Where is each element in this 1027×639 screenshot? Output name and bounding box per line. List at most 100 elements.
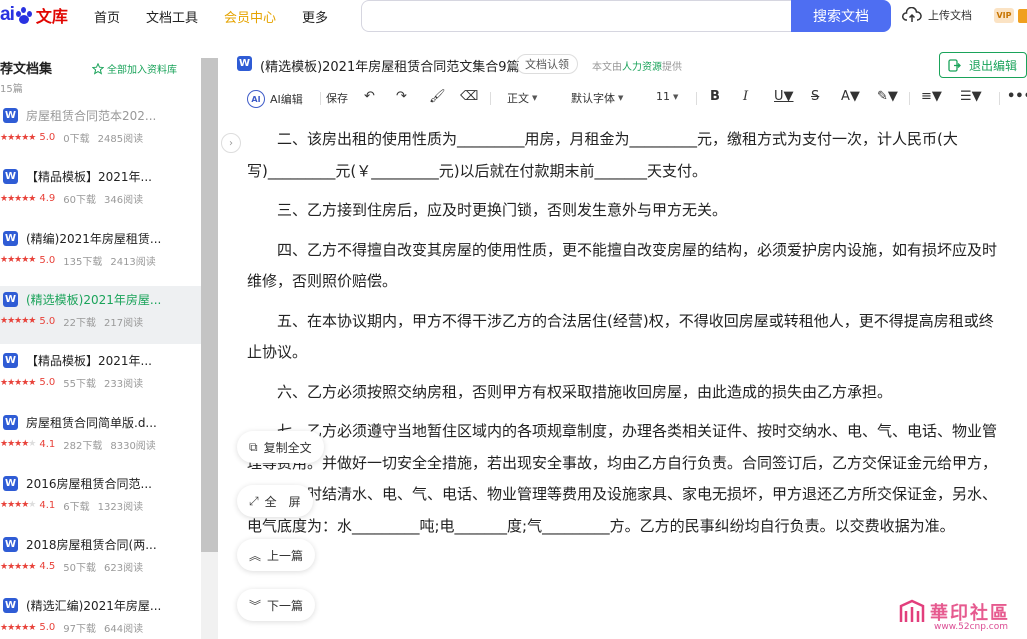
add-all-label: 全部加入资料库 [107,65,177,76]
align-icon[interactable]: ≡▼ [921,89,942,104]
double-chevron-up-icon: ︽ [249,548,262,563]
paw-icon [15,6,33,24]
doc-title: (精选模板)2021年房屋租赁合同范文集合9篇 [260,60,520,75]
nav-more[interactable]: 更多 [302,7,328,26]
edit-toolbar: AI AI编辑 保存 ↶ ↷ 🖌︎ ⌫ 正文 ▼ 默认字体 ▼ 11 ▼ B I U▼… [237,84,1027,110]
next-doc-button[interactable]: ︾ 下一篇 [237,589,316,621]
sidebar-doc-name: 房屋租赁合同范本202... [26,109,157,123]
add-all-to-library-button[interactable]: 全部加入资料库 [92,61,177,76]
site-watermark: 華印社區 www.52cnp.com [898,598,1010,632]
collapse-sidebar-button[interactable]: › [221,133,241,153]
nav-doc-tools[interactable]: 文档工具 [146,7,198,26]
sidebar-doc-item[interactable]: W 2018房屋租赁合同(两... ★★★★★ 4.5 50下载 623阅读 [0,531,201,589]
toolbar-divider [999,92,1000,105]
sidebar-doc-meta: ★★★★★ 4.9 60下载 346阅读 [0,191,151,206]
highlight-icon[interactable]: ✎▼ [877,89,898,104]
sidebar-doc-item[interactable]: W (精选模板)2021年房屋... ★★★★★ 5.0 22下载 217阅读 [0,285,201,344]
doc-paragraph[interactable]: 三、乙方接到住房后，应及时更换门锁，否则发生意外与甲方无关。 [247,195,1007,227]
rating-stars-icon: ★★★★★ [0,561,36,572]
sidebar-doc-score: 5.0 [39,315,56,327]
redo-icon[interactable]: ↷ [396,89,407,104]
save-button[interactable]: 保存 [326,90,348,106]
upload-doc-button[interactable]: 上传文档 [902,7,972,23]
paragraph-style-value: 正文 [507,92,529,105]
font-color-icon[interactable]: A▼ [841,89,860,104]
sidebar-doc-item[interactable]: W 【精品模板】2021年... ★★★★★ 4.9 60下载 346阅读 [0,163,201,221]
word-doc-icon: W [3,475,18,491]
previous-doc-button[interactable]: ︽ 上一篇 [237,539,316,571]
sidebar-doc-meta: ★★★★★ 5.0 22下载 217阅读 [0,314,151,329]
word-doc-icon: W [237,56,252,71]
sidebar-doc-reads: 2413阅读 [110,256,156,268]
top-navigation-bar: ai 文库 首页 文档工具 会员中心 更多 搜索文档 上传文档 VIP [0,0,1027,32]
sidebar-doc-meta: ★★★★★ 5.0 55下载 233阅读 [0,375,151,390]
strikethrough-icon[interactable]: S [811,89,819,104]
sidebar-doc-item[interactable]: W 房屋租赁合同范本202... ★★★★★ 5.0 0下载 2485阅读 [0,102,201,160]
sidebar-doc-downloads: 50下载 [63,563,96,575]
word-doc-icon: W [3,108,18,123]
ai-edit-button[interactable]: AI AI编辑 [247,90,303,108]
nav-home[interactable]: 首页 [94,7,120,26]
baidu-wenku-logo[interactable]: ai 文库 [0,3,68,27]
underline-icon[interactable]: U▼ [774,89,794,104]
italic-icon[interactable]: I [743,89,748,104]
double-chevron-down-icon: ︾ [249,598,262,613]
bold-icon[interactable]: B [710,89,720,104]
sidebar-scrollbar-thumb[interactable] [201,58,218,552]
word-doc-icon: W [3,230,18,246]
sidebar-doc-downloads: 60下载 [63,195,96,207]
sidebar-doc-score: 4.1 [39,499,56,511]
search-button[interactable]: 搜索文档 [791,0,891,32]
vip-promo-icon[interactable] [1018,9,1027,23]
upload-label: 上传文档 [928,9,972,22]
watermark-url: www.52cnp.com [934,622,1009,632]
sidebar-doc-item[interactable]: W 【精品模板】2021年... ★★★★★ 5.0 55下载 233阅读 [0,347,201,405]
sidebar-doc-item[interactable]: W (精选汇编)2021年房屋... ★★★★★ 5.0 97下载 644阅读 [0,592,201,639]
paragraph-style-select[interactable]: 正文 ▼ [507,90,537,106]
claim-document-button[interactable]: 文档认领 [516,54,578,74]
nav-member-center[interactable]: 会员中心 [224,7,276,26]
toolbar-divider [696,92,697,105]
provider-link[interactable]: 人力资源 [622,62,662,73]
sidebar-title: 荐文档集 [0,62,53,77]
fullscreen-label: 全 屏 [264,494,301,509]
sidebar-doc-name: 【精品模板】2021年... [26,170,152,185]
sidebar-scrollbar-track[interactable] [201,552,218,639]
doc-provider: 本文由人力资源提供 [592,58,682,73]
font-size-select[interactable]: 11 ▼ [656,90,678,103]
undo-icon[interactable]: ↶ [364,89,375,104]
doc-paragraph[interactable]: 二、该房出租的使用性质为_________用房，月租金为_________元，缴… [247,124,1007,187]
exit-icon [948,58,961,72]
logo-text: 文库 [35,7,68,26]
format-painter-icon[interactable]: 🖌︎ [429,89,446,104]
fullscreen-button[interactable]: ⤢ 全 屏 [237,485,313,517]
provider-prefix: 本文由 [592,62,622,73]
copy-icon: ⧉ [249,439,258,454]
sidebar-doc-reads: 217阅读 [103,317,144,329]
rating-stars-icon: ★★★★★ [0,500,36,511]
vip-badge[interactable]: VIP [994,8,1014,23]
sidebar-doc-item[interactable]: W (精编)2021年房屋租赁... ★★★★★ 5.0 135下载 2413阅读 [0,225,201,283]
font-family-select[interactable]: 默认字体 ▼ [571,90,623,106]
document-body[interactable]: 二、该房出租的使用性质为_________用房，月租金为_________元，缴… [247,124,1007,550]
sidebar-doc-name: 2016房屋租赁合同范... [26,476,152,491]
sidebar-doc-item[interactable]: W 2016房屋租赁合同范... ★★★★★ 4.1 6下载 1323阅读 [0,470,201,528]
doc-paragraph[interactable]: 六、乙方必须按照交纳房租，否则甲方有权采取措施收回房屋，由此造成的损失由乙方承担… [247,377,1007,409]
next-label: 下一篇 [267,598,304,613]
list-icon[interactable]: ☰▼ [960,89,982,104]
main-nav: 首页 文档工具 会员中心 更多 [94,7,354,26]
sidebar-doc-name: 房屋租赁合同简单版.d... [26,415,157,430]
more-options-icon[interactable]: ••• [1007,89,1027,104]
sidebar-doc-reads: 644阅读 [103,624,144,636]
provider-suffix: 提供 [662,62,682,73]
sidebar-doc-item[interactable]: W 房屋租赁合同简单版.d... ★★★★★ 4.1 282下载 8330阅读 [0,409,201,467]
doc-paragraph[interactable]: 七、乙方必须遵守当地暂住区域内的各项规章制度，办理各类相关证件、按时交纳水、电、… [247,416,1007,542]
sidebar-doc-score: 5.0 [39,622,56,634]
copy-full-text-button[interactable]: ⧉ 复制全文 [237,431,324,463]
rating-stars-icon: ★★★★★ [0,622,36,633]
search-input[interactable] [361,0,792,32]
eraser-icon[interactable]: ⌫ [460,89,478,104]
doc-paragraph[interactable]: 四、乙方不得擅自改变其房屋的使用性质，更不能擅自改变房屋的结构，必须爱护房内设施… [247,235,1007,298]
doc-paragraph[interactable]: 五、在本协议期内，甲方不得干涉乙方的合法居住(经营)权，不得收回房屋或转租他人，… [247,306,1007,369]
exit-edit-button[interactable]: 退出编辑 [939,52,1027,78]
